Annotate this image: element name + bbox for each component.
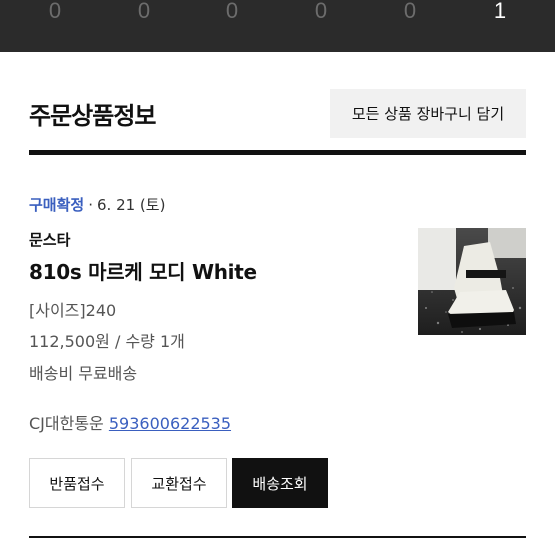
brand-name[interactable]: 문스타 xyxy=(29,229,70,250)
carrier-info: CJ대한통운 593600622535 xyxy=(29,410,231,434)
product-photo-icon xyxy=(418,228,526,335)
progress-step-count: 0 xyxy=(137,0,151,23)
order-date: 6. 21 (토) xyxy=(96,196,166,214)
section-title: 주문상품정보 xyxy=(29,102,156,130)
add-all-to-cart-button[interactable]: 모든 상품 장바구니 담기 xyxy=(330,89,526,138)
tracking-number-link[interactable]: 593600622535 xyxy=(109,414,231,433)
exchange-request-button[interactable]: 교환접수 xyxy=(131,458,227,508)
progress-step-count: 0 xyxy=(225,0,239,23)
order-progress-bar: 0 0 0 0 0 1 xyxy=(0,0,555,52)
track-delivery-button[interactable]: 배송조회 xyxy=(232,458,328,508)
progress-step-count: 0 xyxy=(403,0,417,23)
price-quantity: 112,500원 / 수량 1개 xyxy=(29,332,185,351)
order-status-line: 구매확정 · 6. 21 (토) xyxy=(29,194,165,215)
progress-step-count: 0 xyxy=(314,0,328,23)
progress-step-count-active: 1 xyxy=(493,0,507,23)
product-thumbnail[interactable] xyxy=(418,228,526,335)
product-option: [사이즈]240 xyxy=(29,301,117,320)
separator-dot: · xyxy=(88,196,93,214)
product-name[interactable]: 810s 마르케 모디 White xyxy=(29,256,257,285)
section-divider xyxy=(29,150,526,155)
return-request-button[interactable]: 반품접수 xyxy=(29,458,125,508)
progress-step-count: 0 xyxy=(48,0,62,23)
bottom-divider xyxy=(29,536,526,538)
status-badge: 구매확정 xyxy=(29,196,85,214)
shipping-fee: 배송비 무료배송 xyxy=(29,364,138,383)
carrier-name: CJ대한통운 xyxy=(29,414,104,433)
